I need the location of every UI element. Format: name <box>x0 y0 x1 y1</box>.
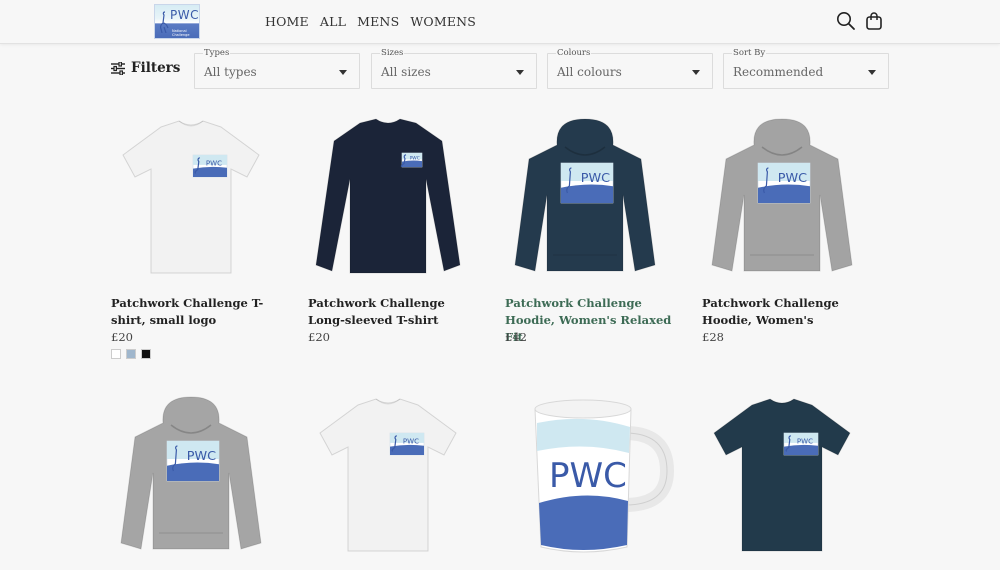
caret-down-icon <box>692 70 700 75</box>
product-image[interactable]: PWC <box>101 393 281 563</box>
hoodie-image[interactable]: PWC <box>101 393 281 563</box>
hoodie-image[interactable]: PWC <box>692 115 872 285</box>
product-image[interactable]: PWC <box>692 393 872 563</box>
svg-text:PWC: PWC <box>549 456 627 496</box>
product-image[interactable]: PWC <box>495 115 675 285</box>
dropdown-value: All sizes <box>381 65 431 79</box>
dropdown-label: Colours <box>556 48 592 58</box>
nav-all[interactable]: ALL <box>320 14 346 29</box>
product-price: £20 <box>308 330 330 344</box>
product-price: £20 <box>111 330 133 344</box>
product-name[interactable]: Patchwork Challenge Hoodie, Women's Rela… <box>505 295 675 346</box>
crane-icon <box>160 11 169 33</box>
tshirt-image[interactable]: PWC <box>101 115 281 285</box>
brand-logo[interactable]: PWC National Challenge <box>154 4 200 39</box>
product-image[interactable]: PWC <box>692 115 872 285</box>
svg-text:PWC: PWC <box>206 159 222 168</box>
tshirt-image[interactable]: PWC <box>298 393 478 563</box>
bag-icon[interactable] <box>864 11 884 31</box>
dropdown-value: All colours <box>557 65 622 79</box>
product-price: £28 <box>702 330 724 344</box>
hoodie-image[interactable]: PWC <box>495 115 675 285</box>
svg-text:PWC: PWC <box>403 437 419 446</box>
mug-image[interactable]: PWC <box>495 393 675 563</box>
product-image[interactable]: PWC <box>495 393 675 563</box>
main-nav: HOME ALL MENS WOMENS <box>265 14 476 29</box>
long-sleeve-image[interactable]: PWC <box>298 115 478 285</box>
site-header: PWC National Challenge HOME ALL MENS WOM… <box>0 0 1000 44</box>
colour-swatch[interactable] <box>141 349 151 359</box>
dropdown-value: Recommended <box>733 65 824 79</box>
dropdown-label: Sizes <box>380 48 405 58</box>
product-name[interactable]: Patchwork Challenge Long-sleeved T-shirt <box>308 295 478 329</box>
product-price: £42 <box>505 330 527 344</box>
nav-womens[interactable]: WOMENS <box>410 14 476 29</box>
colour-swatches <box>111 349 151 359</box>
dropdown-label: Sort By <box>732 48 767 58</box>
dropdown-label: Types <box>203 48 231 58</box>
svg-text:PWC: PWC <box>187 449 216 464</box>
dropdown-value: All types <box>204 65 257 79</box>
svg-text:PWC: PWC <box>581 171 610 186</box>
svg-text:PWC: PWC <box>797 437 813 446</box>
caret-down-icon <box>868 70 876 75</box>
tshirt-image[interactable]: PWC <box>692 393 872 563</box>
filters-button[interactable]: Filters <box>111 60 180 76</box>
sizes-dropdown[interactable]: Sizes All sizes <box>371 48 537 89</box>
types-dropdown[interactable]: Types All types <box>194 48 360 89</box>
caret-down-icon <box>339 70 347 75</box>
search-icon[interactable] <box>836 11 856 31</box>
nav-mens[interactable]: MENS <box>357 14 399 29</box>
sliders-icon <box>111 61 125 75</box>
product-image[interactable]: PWC <box>298 115 478 285</box>
product-image[interactable]: PWC <box>298 393 478 563</box>
filters-label: Filters <box>131 60 181 76</box>
colour-swatch[interactable] <box>126 349 136 359</box>
colour-swatch[interactable] <box>111 349 121 359</box>
svg-text:PWC: PWC <box>410 156 420 162</box>
nav-home[interactable]: HOME <box>265 14 309 29</box>
product-name[interactable]: Patchwork Challenge Hoodie, Women's <box>702 295 872 329</box>
colours-dropdown[interactable]: Colours All colours <box>547 48 713 89</box>
sort-by-dropdown[interactable]: Sort By Recommended <box>723 48 889 89</box>
product-name[interactable]: Patchwork Challenge T-shirt, small logo <box>111 295 281 329</box>
caret-down-icon <box>516 70 524 75</box>
product-image[interactable]: PWC <box>101 115 281 285</box>
svg-text:PWC: PWC <box>778 171 807 186</box>
logo-text: PWC <box>170 8 199 22</box>
logo-subtitle: National Challenge <box>172 29 190 37</box>
